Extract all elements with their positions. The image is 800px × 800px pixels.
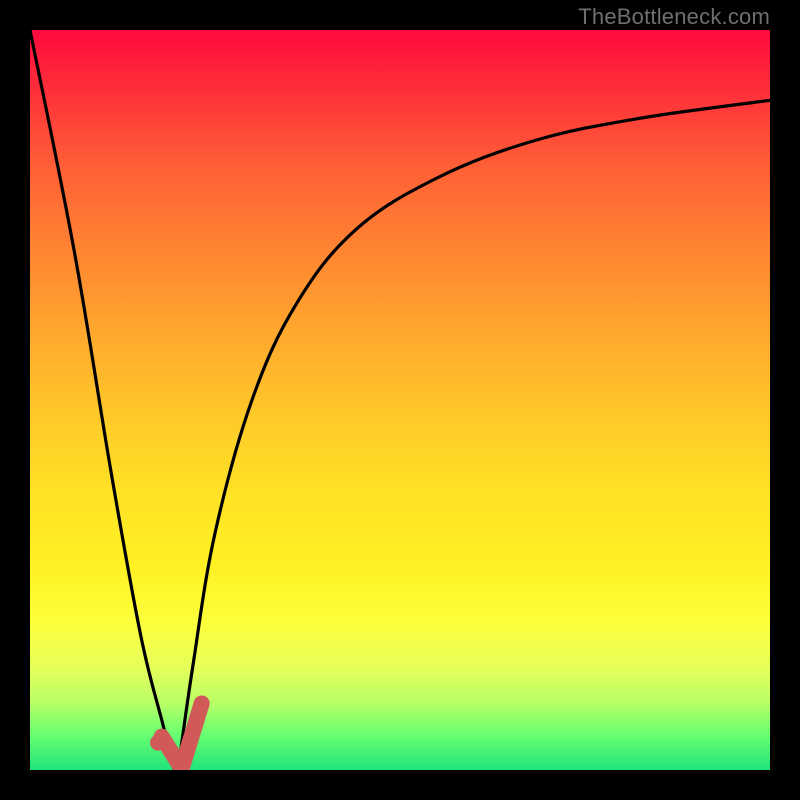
watermark-text: TheBottleneck.com: [578, 4, 770, 30]
left-v-curve: [30, 30, 174, 770]
indicator-dot: [150, 735, 166, 751]
plot-area: [30, 30, 770, 770]
right-rising-curve: [178, 100, 770, 770]
curve-layer: [30, 30, 770, 770]
chart-stage: TheBottleneck.com: [0, 0, 800, 800]
